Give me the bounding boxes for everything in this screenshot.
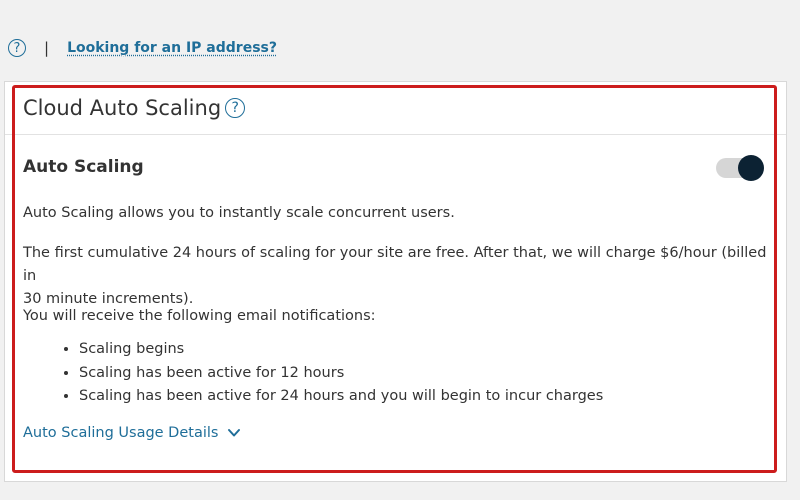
list-item: Scaling has been active for 12 hours <box>79 362 603 386</box>
auto-scaling-row: Auto Scaling <box>23 153 764 181</box>
ip-address-link[interactable]: Looking for an IP address? <box>67 40 277 56</box>
chevron-down-icon <box>228 429 241 437</box>
section-title: Auto Scaling <box>23 157 144 177</box>
card-header: Cloud Auto Scaling ? <box>5 82 786 135</box>
notifications-list: Scaling begins Scaling has been active f… <box>57 338 603 409</box>
separator: | <box>44 39 50 57</box>
help-icon[interactable]: ? <box>8 39 26 57</box>
card-title: Cloud Auto Scaling <box>23 96 222 120</box>
notifications-intro: You will receive the following email not… <box>23 308 376 324</box>
list-item: Scaling begins <box>79 338 603 362</box>
top-help-bar: ? | Looking for an IP address? <box>8 36 277 60</box>
help-icon[interactable]: ? <box>225 98 246 118</box>
toggle-knob <box>738 155 764 181</box>
pricing-text-line-1: The first cumulative 24 hours of scaling… <box>23 245 767 284</box>
usage-details-toggle[interactable]: Auto Scaling Usage Details <box>23 425 241 441</box>
pricing-text: The first cumulative 24 hours of scaling… <box>23 242 768 311</box>
description-text: Auto Scaling allows you to instantly sca… <box>23 205 455 221</box>
auto-scaling-toggle[interactable] <box>716 155 764 181</box>
cloud-auto-scaling-card: Cloud Auto Scaling ? Auto Scaling Auto S… <box>4 81 787 482</box>
list-item: Scaling has been active for 24 hours and… <box>79 385 603 409</box>
usage-details-label: Auto Scaling Usage Details <box>23 425 219 441</box>
